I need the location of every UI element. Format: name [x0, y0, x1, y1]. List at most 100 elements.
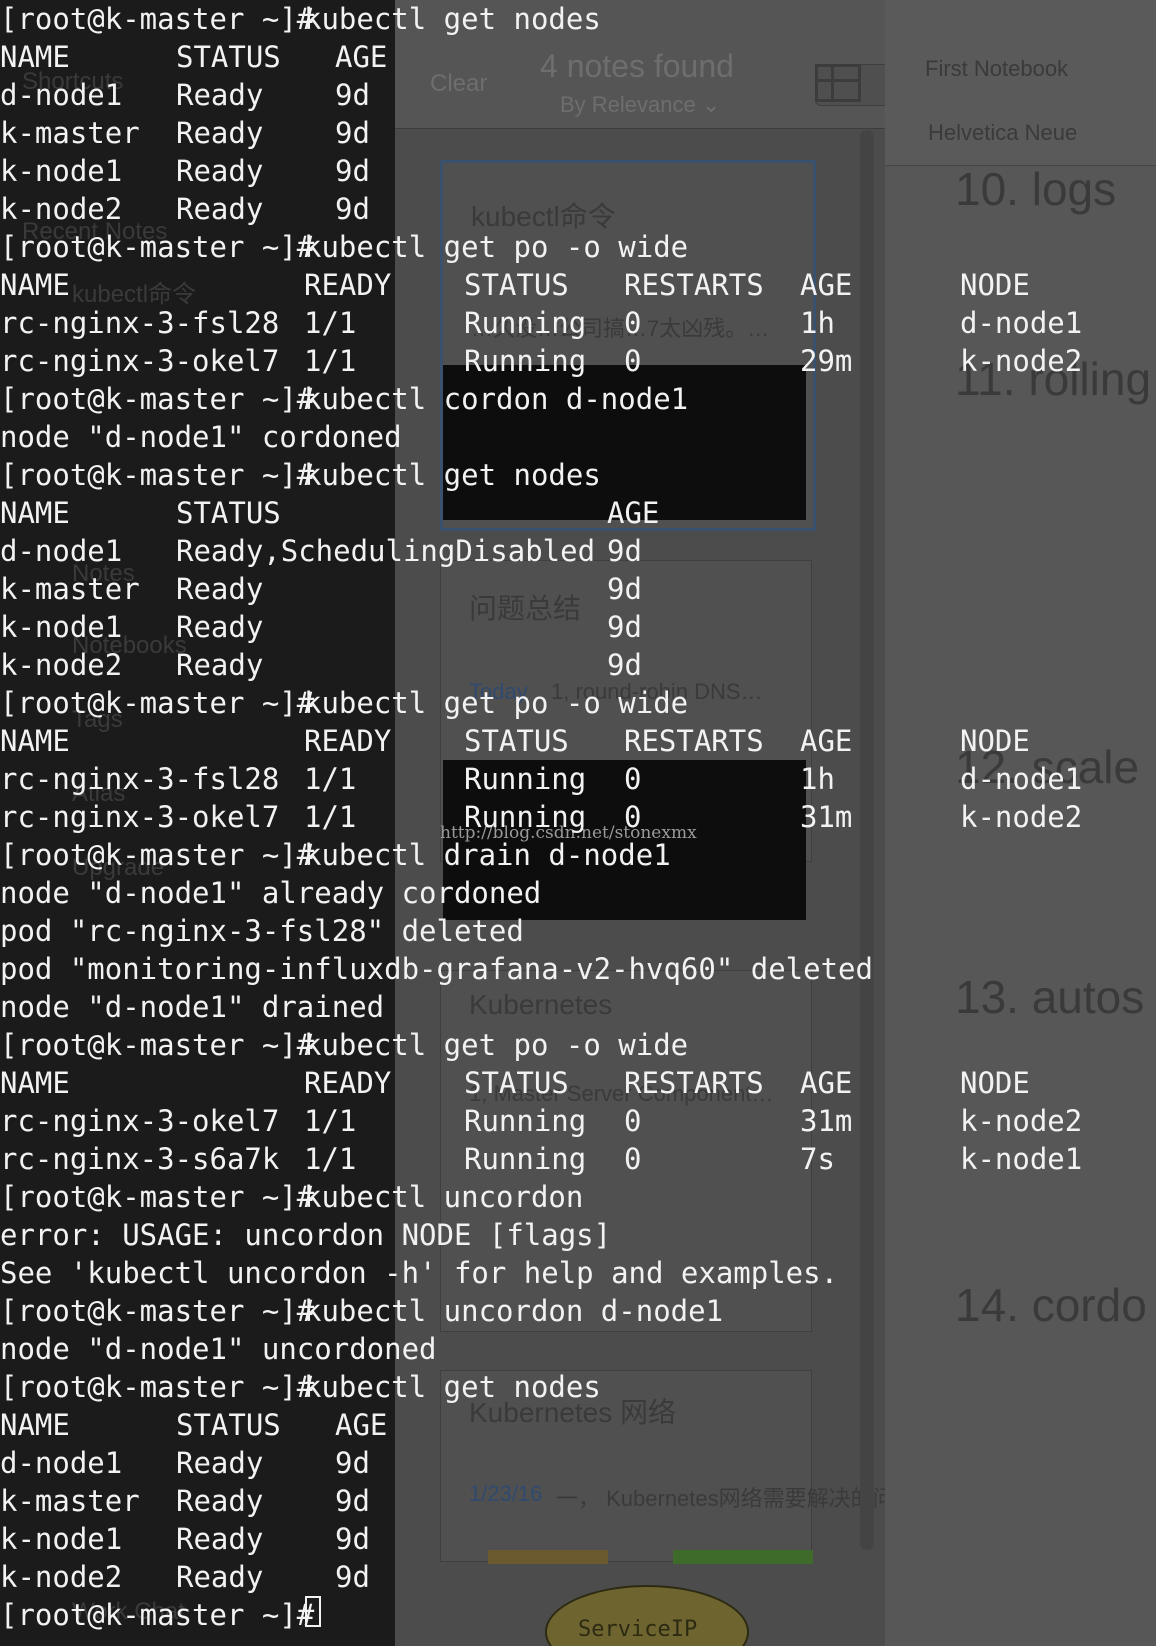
- output-text: pod "rc-nginx-3-fsl28" deleted: [0, 914, 524, 948]
- table-cell: STATUS: [464, 268, 569, 302]
- output-text: node "d-node1" drained: [0, 990, 385, 1024]
- terminal-output-line: pod "rc-nginx-3-fsl28" deleted: [0, 912, 1156, 950]
- table-cell: RESTARTS: [624, 724, 764, 758]
- table-cell: k-node2: [0, 192, 123, 226]
- terminal-command-line: [root@k-master ~]#: [0, 1596, 1156, 1634]
- terminal-table-row: k-node1 Ready 9d: [0, 152, 1156, 190]
- shell-prompt: [root@k-master ~]#: [0, 1294, 315, 1328]
- table-cell: 9d: [607, 648, 642, 682]
- terminal-command-line: [root@k-master ~]# kubectl drain d-node1: [0, 836, 1156, 874]
- terminal-table-row: k-node2 Ready 9d: [0, 646, 1156, 684]
- shell-prompt: [root@k-master ~]#: [0, 1028, 315, 1062]
- table-cell: NAME: [0, 724, 70, 758]
- table-cell: 1/1: [304, 306, 357, 340]
- table-cell: d-node1: [960, 306, 1083, 340]
- table-cell: 9d: [607, 572, 642, 606]
- command-text: kubectl get nodes: [304, 458, 601, 492]
- table-cell: AGE: [335, 40, 388, 74]
- table-cell: READY: [304, 1066, 392, 1100]
- terminal-output-line: pod "monitoring-influxdb-grafana-v2-hvq6…: [0, 950, 1156, 988]
- terminal-command-line: [root@k-master ~]# kubectl get po -o wide: [0, 684, 1156, 722]
- table-cell: 1/1: [304, 762, 357, 796]
- table-cell: 31m: [800, 1104, 853, 1138]
- terminal-table-row: rc-nginx-3-fsl28 1/1 Running 0 1h d-node1: [0, 760, 1156, 798]
- table-cell: k-node2: [960, 1104, 1083, 1138]
- command-text: kubectl get po -o wide: [304, 686, 689, 720]
- table-cell: NAME: [0, 1408, 70, 1442]
- table-cell: 31m: [800, 800, 853, 834]
- table-cell: NAME: [0, 40, 70, 74]
- table-cell: 0: [624, 1142, 642, 1176]
- shell-prompt: [root@k-master ~]#: [0, 1370, 315, 1404]
- table-cell: k-node1: [0, 1522, 123, 1556]
- table-cell: 9d: [335, 1484, 370, 1518]
- table-cell: d-node1: [0, 534, 123, 568]
- table-cell: 0: [624, 762, 642, 796]
- table-cell: 29m: [800, 344, 853, 378]
- terminal-table-row: rc-nginx-3-okel7 1/1 Running 0 31m k-node2: [0, 1102, 1156, 1140]
- terminal-cursor[interactable]: [305, 1596, 321, 1627]
- table-cell: k-master: [0, 572, 140, 606]
- table-cell: 7s: [800, 1142, 835, 1176]
- table-cell: NODE: [960, 268, 1030, 302]
- table-cell: Running: [464, 800, 587, 834]
- table-cell: AGE: [607, 496, 660, 530]
- command-text: kubectl get po -o wide: [304, 230, 689, 264]
- table-cell: d-node1: [0, 1446, 123, 1480]
- table-cell: k-master: [0, 116, 140, 150]
- table-cell: k-master: [0, 1484, 140, 1518]
- table-cell: Ready: [176, 1522, 264, 1556]
- table-cell: 0: [624, 344, 642, 378]
- output-text: See 'kubectl uncordon -h' for help and e…: [0, 1256, 839, 1290]
- table-cell: 9d: [335, 1560, 370, 1594]
- terminal-output-line: See 'kubectl uncordon -h' for help and e…: [0, 1254, 1156, 1292]
- table-cell: k-node1: [0, 610, 123, 644]
- terminal-command-line: [root@k-master ~]# kubectl get nodes: [0, 0, 1156, 38]
- table-cell: Ready: [176, 1560, 264, 1594]
- shell-prompt: [root@k-master ~]#: [0, 382, 315, 416]
- table-cell: STATUS: [464, 1066, 569, 1100]
- table-cell: 9d: [607, 534, 642, 568]
- terminal-table-row: k-node2 Ready 9d: [0, 1558, 1156, 1596]
- table-cell: NAME: [0, 1066, 70, 1100]
- table-cell: 1/1: [304, 1142, 357, 1176]
- table-cell: 1/1: [304, 344, 357, 378]
- table-cell: Ready: [176, 572, 264, 606]
- table-cell: 0: [624, 800, 642, 834]
- table-cell: AGE: [335, 1408, 388, 1442]
- output-text: node "d-node1" cordoned: [0, 420, 402, 454]
- shell-prompt: [root@k-master ~]#: [0, 230, 315, 264]
- terminal-table-row: rc-nginx-3-fsl28 1/1 Running 0 1h d-node1: [0, 304, 1156, 342]
- table-cell: STATUS: [176, 1408, 281, 1442]
- terminal-table-row: rc-nginx-3-s6a7k 1/1 Running 0 7s k-node1: [0, 1140, 1156, 1178]
- table-cell: 0: [624, 306, 642, 340]
- terminal-table-row: k-master Ready 9d: [0, 1482, 1156, 1520]
- terminal-table-row: rc-nginx-3-okel7 1/1 Running 0 31m k-node2: [0, 798, 1156, 836]
- terminal-table-row: d-node1 Ready,SchedulingDisabled 9d: [0, 532, 1156, 570]
- table-cell: 1h: [800, 762, 835, 796]
- terminal-table-row: d-node1 Ready 9d: [0, 76, 1156, 114]
- shell-prompt: [root@k-master ~]#: [0, 838, 315, 872]
- terminal-output-line: node "d-node1" uncordoned: [0, 1330, 1156, 1368]
- shell-prompt: [root@k-master ~]#: [0, 458, 315, 492]
- command-text: kubectl uncordon d-node1: [304, 1294, 724, 1328]
- terminal-command-line: [root@k-master ~]# kubectl uncordon d-nod…: [0, 1292, 1156, 1330]
- terminal-window[interactable]: [root@k-master ~]# kubectl get nodes NAME S…: [0, 0, 1156, 1646]
- table-cell: d-node1: [960, 762, 1083, 796]
- terminal-output-line: node "d-node1" already cordoned: [0, 874, 1156, 912]
- table-cell: STATUS: [176, 496, 281, 530]
- table-cell: 9d: [335, 154, 370, 188]
- command-text: kubectl uncordon: [304, 1180, 584, 1214]
- shell-prompt: [root@k-master ~]#: [0, 1598, 315, 1632]
- table-cell: AGE: [800, 268, 853, 302]
- table-cell: rc-nginx-3-okel7: [0, 344, 280, 378]
- terminal-table-row: d-node1 Ready 9d: [0, 1444, 1156, 1482]
- table-cell: 1/1: [304, 1104, 357, 1138]
- table-cell: k-node2: [0, 1560, 123, 1594]
- table-cell: RESTARTS: [624, 268, 764, 302]
- table-cell: Running: [464, 762, 587, 796]
- table-cell: READY: [304, 724, 392, 758]
- table-cell: AGE: [800, 1066, 853, 1100]
- table-cell: Ready: [176, 1484, 264, 1518]
- table-cell: k-node1: [0, 154, 123, 188]
